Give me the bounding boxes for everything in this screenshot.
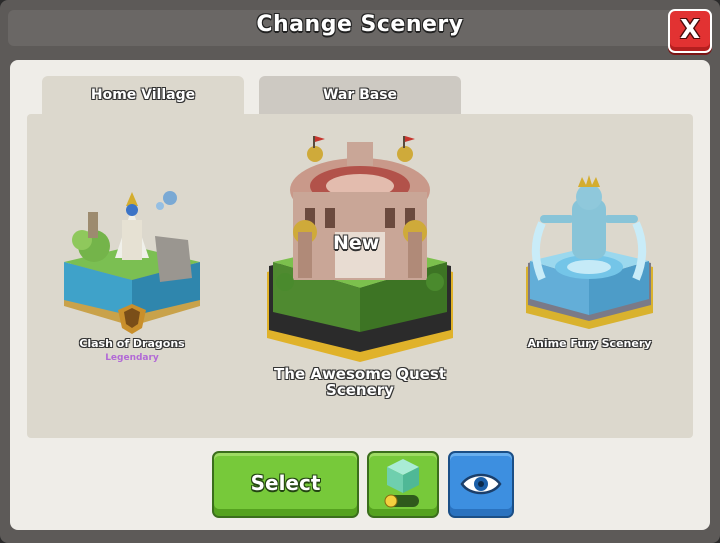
- clash-of-dragons-scenery-image: [64, 191, 200, 334]
- close-icon: X: [679, 15, 701, 45]
- tab-home-village[interactable]: Home Village: [42, 76, 244, 116]
- tab-home-village-label: Home Village: [90, 87, 196, 103]
- new-badge: New: [333, 232, 380, 254]
- scenery-anime-fury[interactable]: [522, 175, 657, 333]
- eye-icon: [460, 473, 502, 495]
- scenery-clash-of-dragons-name: Clash of Dragons: [79, 337, 185, 350]
- scenery-awesome-quest-name: The Awesome Quest Scenery: [274, 365, 446, 399]
- close-button[interactable]: X: [668, 9, 712, 53]
- tab-war-base[interactable]: War Base: [259, 76, 461, 114]
- toggle-decorations-button[interactable]: [367, 451, 439, 518]
- scenery-anime-fury-name: Anime Fury Scenery: [527, 337, 652, 350]
- select-button-label: Select: [250, 471, 321, 495]
- cube-toggle-icon: [384, 459, 419, 508]
- window-title: Change Scenery: [256, 12, 464, 37]
- preview-button[interactable]: [448, 451, 514, 518]
- scenery-clash-of-dragons-rarity: Legendary: [105, 353, 159, 363]
- scenery-clash-of-dragons[interactable]: [60, 188, 205, 338]
- select-button[interactable]: Select: [212, 451, 359, 518]
- anime-fury-scenery-image: [526, 175, 653, 329]
- change-scenery-window: Change Scenery X Home Village War Base C…: [0, 0, 720, 543]
- tab-war-base-label: War Base: [322, 87, 398, 103]
